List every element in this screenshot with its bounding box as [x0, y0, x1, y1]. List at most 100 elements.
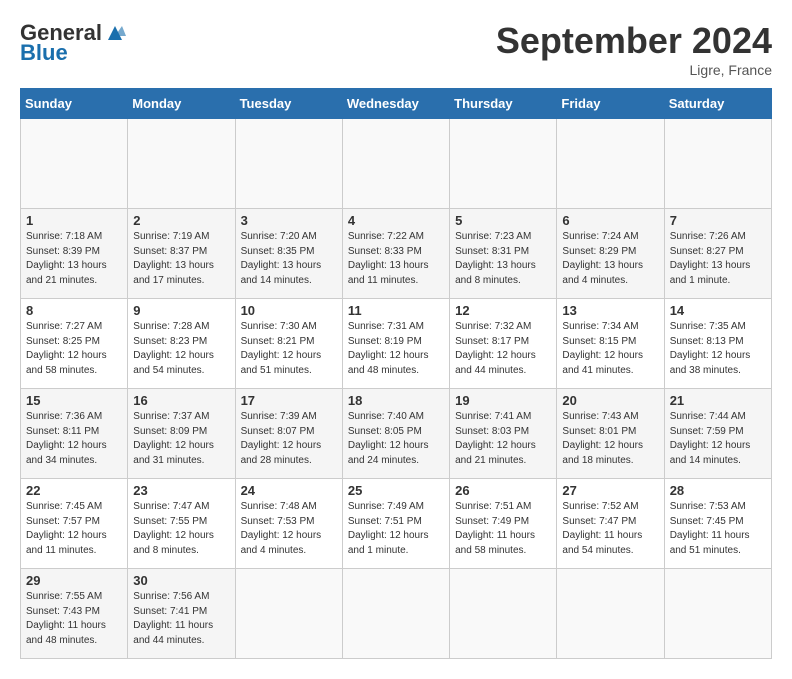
day-info: Sunrise: 7:19 AMSunset: 8:37 PMDaylight:…: [133, 230, 229, 288]
month-title: September 2024: [496, 20, 772, 62]
calendar-cell: 13 Sunrise: 7:34 AMSunset: 8:15 PMDayligh…: [557, 299, 664, 389]
col-thursday: Thursday: [450, 89, 557, 119]
day-number: 29: [26, 573, 122, 588]
day-info: Sunrise: 7:41 AMSunset: 8:03 PMDaylight:…: [455, 410, 551, 468]
day-number: 27: [562, 483, 658, 498]
day-info: Sunrise: 7:28 AMSunset: 8:23 PMDaylight:…: [133, 320, 229, 378]
day-info: Sunrise: 7:24 AMSunset: 8:29 PMDaylight:…: [562, 230, 658, 288]
day-info: Sunrise: 7:22 AMSunset: 8:33 PMDaylight:…: [348, 230, 444, 288]
calendar-cell: [450, 569, 557, 659]
calendar-cell: 24 Sunrise: 7:48 AMSunset: 7:53 PMDayligh…: [235, 479, 342, 569]
logo: General Blue: [20, 20, 126, 66]
day-info: Sunrise: 7:49 AMSunset: 7:51 PMDaylight:…: [348, 500, 444, 558]
calendar-week-4: 22Sunrise: 7:45 AMSunset: 7:57 PMDayligh…: [21, 479, 772, 569]
day-info: Sunrise: 7:35 AMSunset: 8:13 PMDaylight:…: [670, 320, 766, 378]
day-info: Sunrise: 7:56 AMSunset: 7:41 PMDaylight:…: [133, 590, 229, 648]
calendar-week-2: 8 Sunrise: 7:27 AMSunset: 8:25 PMDaylight…: [21, 299, 772, 389]
calendar-cell: 20 Sunrise: 7:43 AMSunset: 8:01 PMDayligh…: [557, 389, 664, 479]
calendar-cell: 19 Sunrise: 7:41 AMSunset: 8:03 PMDayligh…: [450, 389, 557, 479]
day-number: 8: [26, 303, 122, 318]
day-info: Sunrise: 7:45 AMSunset: 7:57 PMDaylight:…: [26, 500, 122, 558]
col-sunday: Sunday: [21, 89, 128, 119]
day-number: 2: [133, 213, 229, 228]
day-number: 12: [455, 303, 551, 318]
day-number: 20: [562, 393, 658, 408]
calendar-cell: 12 Sunrise: 7:32 AMSunset: 8:17 PMDayligh…: [450, 299, 557, 389]
day-info: Sunrise: 7:34 AMSunset: 8:15 PMDaylight:…: [562, 320, 658, 378]
calendar-cell: 10Sunrise: 7:30 AMSunset: 8:21 PMDayligh…: [235, 299, 342, 389]
calendar-cell: 29 Sunrise: 7:55 AMSunset: 7:43 PMDayligh…: [21, 569, 128, 659]
day-number: 6: [562, 213, 658, 228]
day-info: Sunrise: 7:37 AMSunset: 8:09 PMDaylight:…: [133, 410, 229, 468]
day-info: Sunrise: 7:48 AMSunset: 7:53 PMDaylight:…: [241, 500, 337, 558]
logo-icon: [104, 22, 126, 44]
calendar-cell: 9 Sunrise: 7:28 AMSunset: 8:23 PMDaylight…: [128, 299, 235, 389]
day-number: 15: [26, 393, 122, 408]
location: Ligre, France: [496, 62, 772, 78]
col-friday: Friday: [557, 89, 664, 119]
col-monday: Monday: [128, 89, 235, 119]
calendar-week-1: 1 Sunrise: 7:18 AMSunset: 8:39 PMDaylight…: [21, 209, 772, 299]
day-number: 13: [562, 303, 658, 318]
day-number: 18: [348, 393, 444, 408]
calendar-cell: [342, 569, 449, 659]
logo-text: General Blue: [20, 20, 126, 66]
day-number: 4: [348, 213, 444, 228]
calendar-cell: 23 Sunrise: 7:47 AMSunset: 7:55 PMDayligh…: [128, 479, 235, 569]
calendar-cell: 6 Sunrise: 7:24 AMSunset: 8:29 PMDaylight…: [557, 209, 664, 299]
calendar-cell: 4 Sunrise: 7:22 AMSunset: 8:33 PMDaylight…: [342, 209, 449, 299]
day-number: 28: [670, 483, 766, 498]
day-info: Sunrise: 7:31 AMSunset: 8:19 PMDaylight:…: [348, 320, 444, 378]
day-info: Sunrise: 7:44 AMSunset: 7:59 PMDaylight:…: [670, 410, 766, 468]
day-number: 17: [241, 393, 337, 408]
title-block: September 2024 Ligre, France: [496, 20, 772, 78]
calendar-cell: [664, 119, 771, 209]
calendar-cell: 17 Sunrise: 7:39 AMSunset: 8:07 PMDayligh…: [235, 389, 342, 479]
day-number: 5: [455, 213, 551, 228]
col-saturday: Saturday: [664, 89, 771, 119]
calendar-cell: [235, 569, 342, 659]
calendar-cell: 15Sunrise: 7:36 AMSunset: 8:11 PMDayligh…: [21, 389, 128, 479]
calendar-header: Sunday Monday Tuesday Wednesday Thursday…: [21, 89, 772, 119]
day-info: Sunrise: 7:32 AMSunset: 8:17 PMDaylight:…: [455, 320, 551, 378]
calendar-cell: [342, 119, 449, 209]
day-number: 25: [348, 483, 444, 498]
calendar-cell: 21 Sunrise: 7:44 AMSunset: 7:59 PMDayligh…: [664, 389, 771, 479]
day-info: Sunrise: 7:47 AMSunset: 7:55 PMDaylight:…: [133, 500, 229, 558]
day-number: 21: [670, 393, 766, 408]
col-wednesday: Wednesday: [342, 89, 449, 119]
day-info: Sunrise: 7:26 AMSunset: 8:27 PMDaylight:…: [670, 230, 766, 288]
calendar-table: Sunday Monday Tuesday Wednesday Thursday…: [20, 88, 772, 659]
calendar-cell: [450, 119, 557, 209]
day-info: Sunrise: 7:23 AMSunset: 8:31 PMDaylight:…: [455, 230, 551, 288]
calendar-cell: [664, 569, 771, 659]
calendar-cell: [235, 119, 342, 209]
calendar-cell: 14 Sunrise: 7:35 AMSunset: 8:13 PMDayligh…: [664, 299, 771, 389]
col-tuesday: Tuesday: [235, 89, 342, 119]
day-info: Sunrise: 7:18 AMSunset: 8:39 PMDaylight:…: [26, 230, 122, 288]
day-info: Sunrise: 7:30 AMSunset: 8:21 PMDaylight:…: [241, 320, 337, 378]
day-number: 19: [455, 393, 551, 408]
day-info: Sunrise: 7:40 AMSunset: 8:05 PMDaylight:…: [348, 410, 444, 468]
calendar-cell: 18 Sunrise: 7:40 AMSunset: 8:05 PMDayligh…: [342, 389, 449, 479]
day-number: 23: [133, 483, 229, 498]
calendar-cell: 16Sunrise: 7:37 AMSunset: 8:09 PMDayligh…: [128, 389, 235, 479]
day-info: Sunrise: 7:20 AMSunset: 8:35 PMDaylight:…: [241, 230, 337, 288]
calendar-cell: [21, 119, 128, 209]
calendar-cell: 2 Sunrise: 7:19 AMSunset: 8:37 PMDaylight…: [128, 209, 235, 299]
calendar-week-5: 29 Sunrise: 7:55 AMSunset: 7:43 PMDayligh…: [21, 569, 772, 659]
calendar-body: 1 Sunrise: 7:18 AMSunset: 8:39 PMDaylight…: [21, 119, 772, 659]
calendar-week-3: 15Sunrise: 7:36 AMSunset: 8:11 PMDayligh…: [21, 389, 772, 479]
calendar-cell: 7Sunrise: 7:26 AMSunset: 8:27 PMDaylight…: [664, 209, 771, 299]
day-number: 24: [241, 483, 337, 498]
day-number: 1: [26, 213, 122, 228]
calendar-cell: 22Sunrise: 7:45 AMSunset: 7:57 PMDayligh…: [21, 479, 128, 569]
day-info: Sunrise: 7:55 AMSunset: 7:43 PMDaylight:…: [26, 590, 122, 648]
day-number: 9: [133, 303, 229, 318]
calendar-cell: 30Sunrise: 7:56 AMSunset: 7:41 PMDayligh…: [128, 569, 235, 659]
day-info: Sunrise: 7:39 AMSunset: 8:07 PMDaylight:…: [241, 410, 337, 468]
calendar-cell: [557, 119, 664, 209]
day-number: 14: [670, 303, 766, 318]
day-info: Sunrise: 7:43 AMSunset: 8:01 PMDaylight:…: [562, 410, 658, 468]
day-info: Sunrise: 7:27 AMSunset: 8:25 PMDaylight:…: [26, 320, 122, 378]
